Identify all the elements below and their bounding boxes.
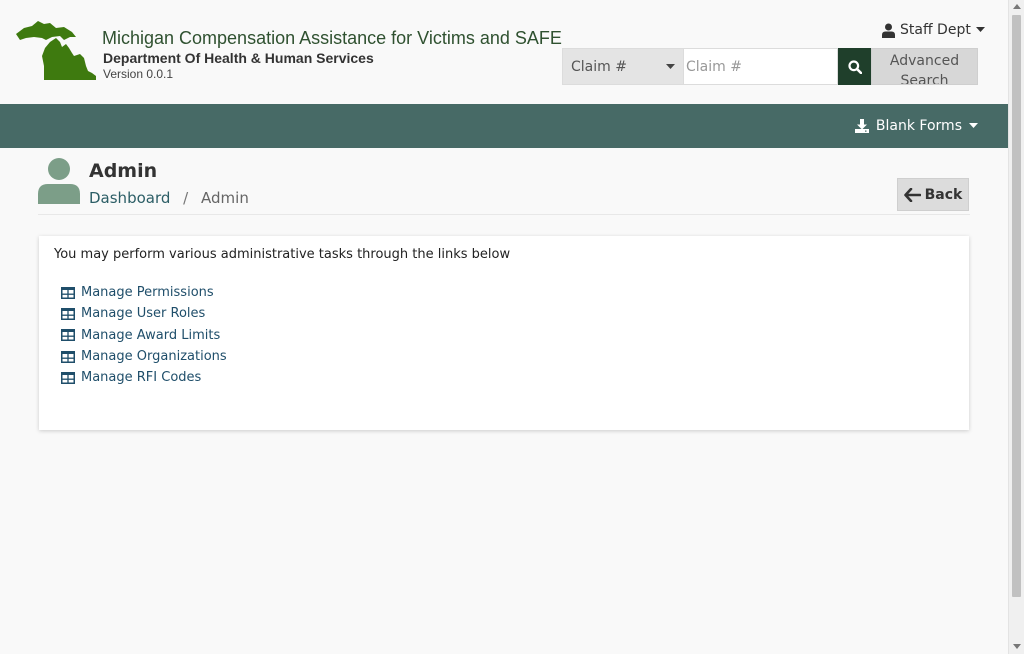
blank-forms-label: Blank Forms (875, 118, 962, 134)
app-header: Michigan Compensation Assistance for Vic… (0, 0, 1008, 104)
back-button[interactable]: Back (897, 178, 969, 211)
breadcrumb-current: Admin (201, 189, 249, 207)
breadcrumb-separator: / (183, 189, 189, 207)
download-icon (854, 119, 869, 133)
scrollbar-thumb[interactable] (1012, 15, 1021, 597)
avatar-icon (38, 158, 80, 204)
manage-permissions-link[interactable]: Manage Permissions (61, 282, 227, 303)
link-label: Manage Organizations (81, 349, 227, 365)
claim-search: Claim # Advanced Search (562, 48, 978, 85)
back-label: Back (924, 186, 963, 203)
divider (38, 214, 970, 215)
search-type-select[interactable]: Claim # (562, 48, 684, 85)
search-icon (847, 59, 862, 74)
table-icon (61, 329, 75, 342)
link-label: Manage RFI Codes (81, 370, 202, 386)
manage-organizations-link[interactable]: Manage Organizations (61, 346, 227, 367)
caret-down-icon (975, 27, 985, 32)
page-title: Admin (89, 160, 158, 182)
card-intro-text: You may perform various administrative t… (54, 247, 511, 262)
search-button[interactable] (838, 48, 871, 85)
advanced-search-button[interactable]: Advanced Search (871, 48, 978, 85)
department-name: Department Of Health & Human Services (103, 50, 374, 66)
admin-links-list: Manage Permissions Manage User Roles Man… (61, 282, 227, 388)
scroll-up-arrow-icon[interactable] (1013, 4, 1021, 9)
manage-rfi-codes-link[interactable]: Manage RFI Codes (61, 367, 227, 388)
user-icon (882, 23, 895, 38)
breadcrumb: Dashboard / Admin (89, 189, 249, 207)
manage-award-limits-link[interactable]: Manage Award Limits (61, 325, 227, 346)
search-type-value: Claim # (571, 58, 627, 75)
link-label: Manage Award Limits (81, 327, 221, 343)
user-menu[interactable]: Staff Dept (882, 20, 985, 40)
manage-user-roles-link[interactable]: Manage User Roles (61, 303, 227, 324)
user-menu-label: Staff Dept (900, 22, 971, 38)
caret-down-icon (666, 63, 675, 69)
michigan-logo (16, 21, 96, 80)
arrow-left-icon (903, 187, 921, 202)
blank-forms-menu[interactable]: Blank Forms (854, 104, 978, 148)
main-navbar: Blank Forms (0, 104, 1008, 148)
link-label: Manage User Roles (81, 306, 206, 322)
table-icon (61, 371, 75, 384)
claim-search-input[interactable] (684, 48, 838, 85)
breadcrumb-dashboard-link[interactable]: Dashboard (89, 189, 170, 207)
caret-down-icon (969, 123, 978, 128)
link-label: Manage Permissions (81, 285, 214, 301)
table-icon (61, 350, 75, 363)
version-label: Version 0.0.1 (103, 67, 174, 81)
app-title: Michigan Compensation Assistance for Vic… (102, 28, 562, 48)
admin-card: You may perform various administrative t… (39, 236, 969, 430)
vertical-scrollbar[interactable] (1008, 0, 1024, 654)
table-icon (61, 286, 75, 299)
table-icon (61, 307, 75, 320)
scroll-down-arrow-icon[interactable] (1013, 644, 1021, 649)
